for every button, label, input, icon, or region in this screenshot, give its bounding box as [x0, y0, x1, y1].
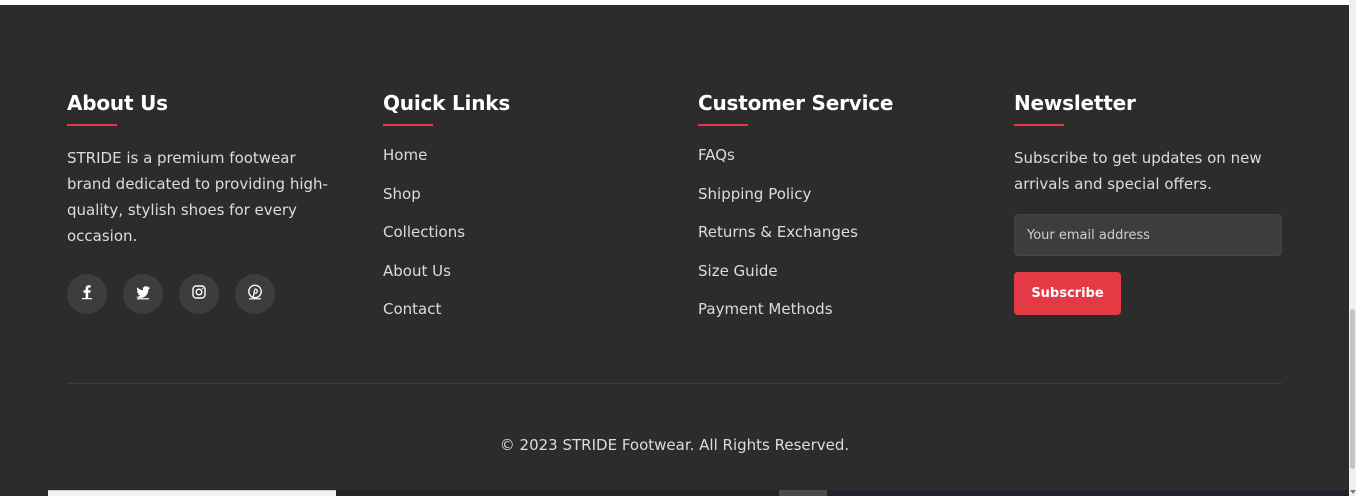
heading-underline	[67, 124, 117, 126]
heading-underline	[1014, 124, 1064, 126]
link-about-us[interactable]: About Us	[383, 261, 653, 281]
email-input[interactable]	[1014, 214, 1282, 256]
about-column: About Us STRIDE is a premium footwear br…	[67, 87, 337, 314]
pinterest-icon	[247, 284, 263, 304]
about-description: STRIDE is a premium footwear brand dedic…	[67, 149, 328, 245]
facebook-link[interactable]	[67, 274, 107, 314]
link-shipping-policy[interactable]: Shipping Policy	[698, 184, 968, 204]
customer-service-list: FAQs Shipping Policy Returns & Exchanges…	[698, 145, 968, 319]
link-contact[interactable]: Contact	[383, 299, 653, 319]
link-shop[interactable]: Shop	[383, 184, 653, 204]
pinterest-link[interactable]	[235, 274, 275, 314]
link-returns-exchanges[interactable]: Returns & Exchanges	[698, 222, 968, 242]
copyright-text: © 2023 STRIDE Footwear. All Rights Reser…	[499, 436, 850, 454]
footer-divider	[67, 383, 1282, 384]
customer-service-heading: Customer Service	[698, 91, 894, 115]
customer-service-column: Customer Service FAQs Shipping Policy Re…	[698, 87, 968, 338]
heading-underline	[383, 124, 433, 126]
newsletter-heading: Newsletter	[1014, 91, 1136, 115]
link-collections[interactable]: Collections	[383, 222, 653, 242]
page-scrollbar[interactable]	[1349, 0, 1356, 496]
newsletter-description: Subscribe to get updates on new arrivals…	[1014, 149, 1262, 193]
twitter-link[interactable]	[123, 274, 163, 314]
instagram-icon	[191, 284, 207, 304]
peek-window-right	[827, 490, 1349, 496]
social-links	[67, 274, 337, 314]
twitter-icon	[135, 284, 151, 304]
link-payment-methods[interactable]: Payment Methods	[698, 299, 968, 319]
scrollbar-thumb[interactable]	[1350, 309, 1355, 469]
quick-links-heading: Quick Links	[383, 91, 511, 115]
newsletter-column: Newsletter Subscribe to get updates on n…	[1014, 87, 1284, 315]
peek-window-middle	[336, 490, 780, 496]
peek-window-tab	[779, 490, 827, 496]
scroll-down-arrow-icon[interactable]	[1350, 490, 1356, 494]
about-heading: About Us	[67, 91, 168, 115]
subscribe-button[interactable]: Subscribe	[1014, 272, 1121, 315]
taskbar-peek	[0, 490, 1349, 496]
instagram-link[interactable]	[179, 274, 219, 314]
peek-window-left	[48, 490, 336, 496]
quick-links-list: Home Shop Collections About Us Contact	[383, 145, 653, 319]
link-size-guide[interactable]: Size Guide	[698, 261, 968, 281]
facebook-icon	[79, 284, 95, 304]
link-home[interactable]: Home	[383, 145, 653, 165]
heading-underline	[698, 124, 748, 126]
link-faqs[interactable]: FAQs	[698, 145, 968, 165]
quick-links-column: Quick Links Home Shop Collections About …	[383, 87, 653, 338]
